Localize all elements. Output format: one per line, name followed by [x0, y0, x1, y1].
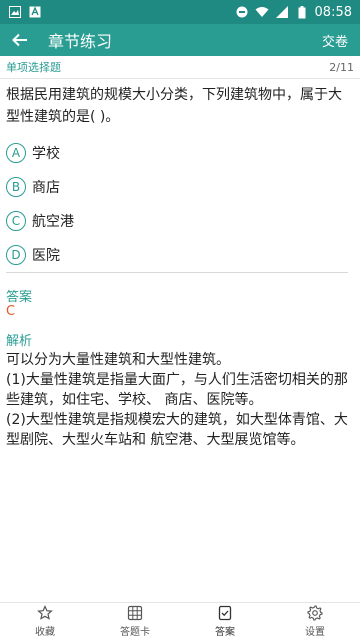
app-bar: 章节练习 交卷: [0, 24, 360, 56]
minus-circle-icon: [235, 5, 249, 19]
page-title: 章节练习: [48, 32, 113, 51]
question-type: 单项选择题: [6, 61, 61, 74]
status-time: 08:58: [314, 4, 352, 20]
status-notifications: [8, 5, 42, 19]
gear-icon: [307, 605, 323, 621]
status-system: 08:58: [235, 5, 352, 20]
nav-settings[interactable]: 设置: [270, 603, 360, 640]
option-letter: D: [6, 245, 26, 265]
option-b[interactable]: B 商店: [6, 170, 354, 204]
option-text: 医院: [32, 248, 60, 264]
answer-icon: [218, 605, 232, 621]
analysis-body: 可以分为大量性建筑和大型性建筑。 (1)大量性建筑是指量大面广，与人们生活密切相…: [6, 350, 354, 450]
option-d[interactable]: D 医院: [6, 238, 354, 272]
question-header: 单项选择题 2/11: [0, 58, 360, 76]
bottom-nav: 收藏 答题卡 答案 设置: [0, 602, 360, 640]
divider: [0, 78, 360, 79]
section-divider: [6, 272, 348, 273]
analysis-line: (2)大型性建筑是指规模宏大的建筑，如大型体青馆、大型剧院、大型火车站和 航空港…: [6, 412, 348, 448]
text-notification-icon: [28, 5, 42, 19]
nav-label: 答题卡: [120, 627, 150, 638]
grid-icon: [127, 605, 143, 621]
question-progress: 2/11: [329, 60, 354, 74]
nav-label: 收藏: [35, 627, 55, 638]
option-text: 学校: [32, 146, 60, 162]
answer-value: C: [6, 304, 16, 319]
option-letter: B: [6, 177, 26, 197]
nav-answer-card[interactable]: 答题卡: [90, 603, 180, 640]
arrow-left-icon: [12, 33, 27, 47]
back-button[interactable]: [6, 26, 34, 54]
analysis-line: (1)大量性建筑是指量大面广，与人们生活密切相关的那些建筑，如住宅、学校、 商店…: [6, 372, 348, 408]
star-icon: [37, 605, 53, 620]
option-text: 航空港: [32, 214, 74, 230]
battery-icon: [295, 5, 309, 19]
nav-answer[interactable]: 答案: [180, 603, 270, 640]
option-text: 商店: [32, 180, 60, 196]
image-notification-icon: [8, 5, 22, 19]
nav-favorite[interactable]: 收藏: [0, 603, 90, 640]
analysis-line: 可以分为大量性建筑和大型性建筑。: [6, 352, 230, 368]
question-text: 根据民用建筑的规模大小分类，下列建筑物中，属于大型性建筑的是( )。: [6, 87, 342, 125]
option-a[interactable]: A 学校: [6, 136, 354, 170]
nav-label: 答案: [215, 627, 235, 638]
answer-title: 答案: [6, 290, 33, 305]
nav-label: 设置: [305, 627, 325, 638]
analysis-title: 解析: [6, 334, 33, 349]
option-letter: A: [6, 143, 26, 163]
option-c[interactable]: C 航空港: [6, 204, 354, 238]
option-letter: C: [6, 211, 26, 231]
signal-icon: [275, 5, 289, 19]
wifi-icon: [255, 5, 269, 19]
submit-exam-button[interactable]: 交卷: [316, 27, 354, 54]
options-list: A 学校 B 商店 C 航空港 D 医院: [6, 136, 354, 272]
status-bar: 08:58: [0, 0, 360, 24]
